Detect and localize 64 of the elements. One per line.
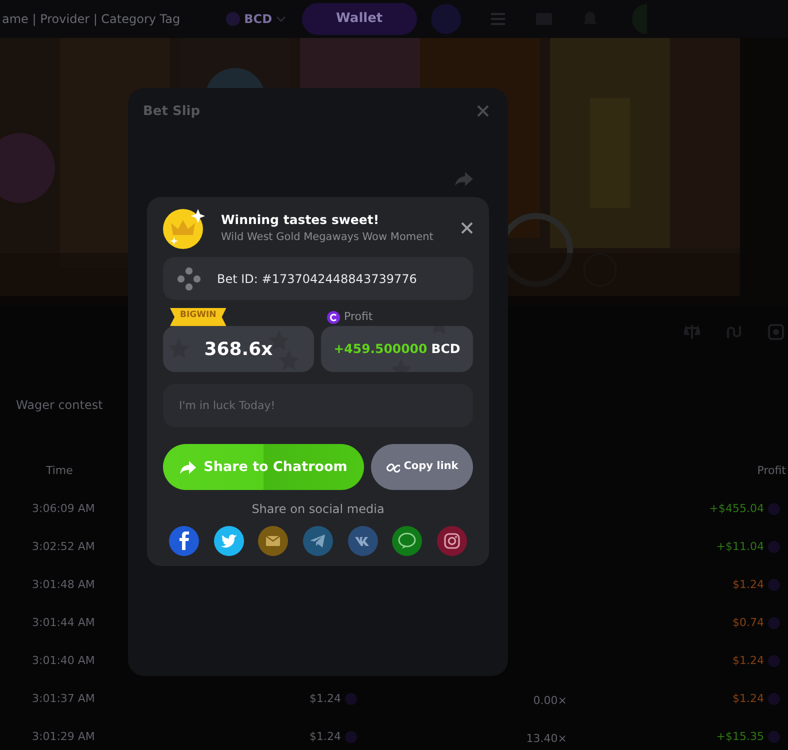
crown-icon (163, 207, 205, 249)
table-cell: 13.40× (526, 732, 567, 745)
table-cell-text: 3:01:40 AM (32, 652, 96, 669)
speech-bubble-icon[interactable] (392, 526, 422, 556)
profit-label: Profit (344, 308, 373, 325)
coin-icon (768, 693, 780, 705)
table-cell-text: $1.24 (310, 728, 341, 745)
table-cell-text: 3:06:09 AM (32, 500, 96, 517)
share-icon[interactable] (455, 172, 473, 186)
table-cell-text: 3:01:37 AM (32, 690, 96, 707)
card-title: Winning tastes sweet! (221, 210, 380, 229)
table-cell-text: +$11.04 (716, 538, 764, 555)
column-header: Profit (757, 462, 786, 479)
table-cell-text: $0.74 (732, 614, 764, 631)
coin-icon (226, 12, 240, 26)
menu-icon[interactable] (490, 13, 505, 25)
paper-plane-icon[interactable] (302, 526, 333, 556)
chevron-down-icon (276, 16, 286, 22)
profit-amount: +459.500000 (334, 340, 428, 358)
table-cell-text: +$455.04 (709, 500, 764, 517)
table-cell-text: 3:02:52 AM (32, 538, 96, 555)
currency-selector[interactable]: BCD (244, 10, 272, 28)
game-icon (177, 266, 201, 290)
share-icon (180, 460, 196, 474)
breadcrumb[interactable]: ame | Provider | Category Tag (2, 10, 180, 28)
message-field[interactable]: I'm in luck Today! (163, 384, 473, 427)
bigwin-ribbon: BIGWIN (170, 308, 226, 326)
coin-icon (768, 617, 780, 629)
table-cell-text: 3:01:29 AM (32, 728, 96, 745)
table-cell-text: 3:01:48 AM (32, 576, 96, 593)
table-cell-text: +$15.35 (716, 728, 764, 745)
tab[interactable]: Wager contest (16, 396, 103, 414)
social-heading: Share on social media (250, 501, 386, 518)
balance-icon[interactable] (684, 324, 700, 340)
mail-icon[interactable] (258, 526, 288, 556)
table-cell-text: $1.24 (310, 690, 341, 707)
coin-icon (327, 310, 340, 324)
column-header: Time (46, 462, 73, 479)
coin-icon (768, 503, 780, 515)
copy-link-button[interactable]: Copy link (371, 444, 473, 490)
close-icon[interactable] (461, 222, 473, 234)
coin-icon (768, 731, 780, 743)
table-cell-text: $1.24 (732, 576, 764, 593)
instagram-icon[interactable] (436, 526, 467, 556)
table-cell: 0.00× (533, 694, 567, 707)
card-subtitle: Wild West Gold Megaways Wow Moment (221, 230, 434, 244)
bird-icon[interactable] (214, 526, 244, 556)
multiplier: 368.6x (204, 338, 273, 362)
modal-title: Bet Slip (143, 103, 200, 121)
table-cell-text: 3:01:44 AM (32, 614, 96, 631)
wallet-button[interactable]: Wallet (302, 3, 417, 35)
fullscreen-icon[interactable] (768, 324, 784, 340)
coin-icon (768, 655, 780, 667)
chart-line-icon[interactable] (726, 324, 742, 340)
bet-id: Bet ID: #1737042448843739776 (217, 270, 417, 288)
coin-icon (768, 579, 780, 591)
facebook-icon[interactable] (169, 526, 199, 556)
table-cell-text: $1.24 (732, 652, 764, 669)
table-cell-text: $1.24 (732, 690, 764, 707)
vk-icon[interactable] (348, 526, 378, 556)
coin-icon (768, 541, 780, 553)
coin-icon (345, 731, 357, 743)
currency: BCD (431, 340, 460, 358)
coin-icon (345, 693, 357, 705)
